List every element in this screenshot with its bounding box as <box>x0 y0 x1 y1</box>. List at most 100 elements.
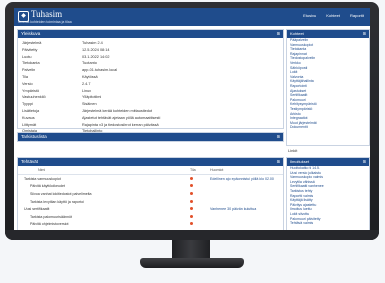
expand-icon[interactable]: ⊞ <box>363 158 366 166</box>
overview-panel: Yleiskuva ⊞ Järjestelmä Tuhasim 2.4 Päivit… <box>17 29 284 140</box>
task-note <box>209 228 283 230</box>
tasks-header: Tehtävät ⊞ <box>18 158 283 166</box>
targets-list: Pääpalvelin Varmuuskopiot Tietokanta Rajapi… <box>287 38 369 130</box>
task-note <box>209 183 283 191</box>
sidebar-link[interactable]: Dokumentit <box>290 125 369 130</box>
task-note: Vanhenee 30 päivän kuluttua <box>210 207 257 212</box>
monitor-chin <box>5 230 379 240</box>
overview-row: Vastuuhenkilö Ylläpitotiimi <box>18 94 283 101</box>
field-label: Ympäristö <box>22 88 40 93</box>
field-value: Rajapinta v3 ja tiedostosiirrot kerran p… <box>82 122 159 127</box>
sidebar-link[interactable]: Tehtävä valmis <box>290 221 369 226</box>
notifications-header: Ilmoitukset ⊞ <box>287 158 369 166</box>
column-header-status[interactable]: Tila <box>189 166 209 175</box>
field-label: Versio <box>22 81 33 86</box>
notifications-title: Ilmoitukset <box>290 159 310 164</box>
field-value: Käytössä <box>82 74 98 79</box>
task-name[interactable]: Päivitä käyttöoikeudet <box>18 183 189 191</box>
table-row[interactable]: Tarkista levytilan käyttö ja raportoi <box>18 198 283 206</box>
overview-row: Palvelin app-01.tuhasim.local <box>18 67 283 74</box>
field-label: Palvelin <box>22 68 36 73</box>
task-note <box>209 221 283 229</box>
field-label: Tietokanta <box>22 61 40 66</box>
task-status <box>189 221 209 229</box>
checklist-panel[interactable]: Tarkistuslista ⊞ <box>17 132 284 142</box>
task-status <box>189 175 209 183</box>
table-header-row: Nimi Tila Huomiot <box>18 166 283 175</box>
overview-row: Ympäristö Linux <box>18 88 283 95</box>
status-dot-icon <box>190 176 193 180</box>
tasks-table: Nimi Tila Huomiot Tarkista varmuuskopiot… <box>18 166 283 230</box>
task-name[interactable]: Siivoa vanhat lokitiedostot palvelimelta <box>18 190 189 198</box>
nav-item[interactable]: Etusivu <box>303 13 316 18</box>
task-name[interactable]: Tarkista ajastettujen tehtävien tulokset… <box>18 228 189 231</box>
field-label: Järjestelmä <box>22 41 42 45</box>
checklist-title: Tarkistuslista <box>21 134 47 139</box>
nav-item[interactable]: Kohteet <box>326 13 340 18</box>
field-label: Päivitetty <box>22 47 38 52</box>
field-value: Sisäinen <box>82 102 97 107</box>
monitor-stand-neck <box>172 240 210 260</box>
overview-header: Yleiskuva ⊞ <box>18 30 283 38</box>
field-value: Tuotanto <box>82 61 97 66</box>
column-header-name[interactable]: Nimi <box>18 166 189 175</box>
nav-item[interactable]: Raportit <box>350 13 364 18</box>
task-name[interactable]: Tarkista palomuurisäännöt <box>18 213 189 221</box>
overview-row: Tietokanta Tuotanto <box>18 60 283 67</box>
links-label: Linkit <box>288 148 298 153</box>
top-nav: Etusivu Kohteet Raportit <box>303 13 364 18</box>
status-dot-icon <box>190 199 193 203</box>
field-value: 2.4.7 <box>82 81 91 86</box>
overview-row: Kuvaus Ajastetut tehtävät ajetaan yöllä a… <box>18 115 283 122</box>
status-dot-icon <box>190 191 193 195</box>
table-row[interactable]: Tarkista ajastettujen tehtävien tulokset… <box>18 228 283 230</box>
task-status <box>189 198 209 206</box>
notifications-list: Huoltokatko ti 14.5. Uusi versio julkaist… <box>287 166 369 226</box>
status-dot-icon <box>190 214 193 218</box>
targets-box: Kohteet ⊞ Pääpalvelin Varmuuskopiot Tietok… <box>286 29 370 146</box>
targets-header: Kohteet ⊞ <box>287 30 369 38</box>
table-row[interactable]: Siivoa vanhat lokitiedostot palvelimelta <box>18 190 283 198</box>
app-tagline: Seuraa kohteiden toimintaa ja tilaa <box>18 20 72 24</box>
task-status <box>189 190 209 198</box>
tasks-panel: Tehtävät ⊞ Nimi Tila Huomiot Tarkista va… <box>17 157 284 230</box>
task-note: Edellinen ajo epäonnistui yöllä klo 02.0… <box>210 176 274 181</box>
tasks-title: Tehtävät <box>21 159 39 164</box>
field-label: Liittymät <box>22 122 37 127</box>
table-row[interactable]: Tarkista palomuurisäännöt <box>18 213 283 221</box>
field-label: Lisätietoja <box>22 108 40 113</box>
overview-row: Tyyppi Sisäinen <box>18 101 283 108</box>
task-name[interactable]: Uusi sertifikaatit <box>18 205 189 213</box>
screen: ◆ Tuhasim Seuraa kohteiden toimintaa ja … <box>14 8 370 230</box>
monitor: ◆ Tuhasim Seuraa kohteiden toimintaa ja … <box>0 0 385 283</box>
expand-icon[interactable]: ⊞ <box>277 158 280 166</box>
table-row[interactable]: Päivitä ohjelmistoversiot <box>18 221 283 229</box>
overview-row: Tila Käytössä <box>18 74 283 81</box>
field-label: Vastuuhenkilö <box>22 95 46 100</box>
overview-row: Liittymät Rajapinta v3 ja tiedostosiirrot… <box>18 122 283 129</box>
field-label: Luotu <box>22 54 32 59</box>
expand-icon[interactable]: ⊞ <box>363 30 366 38</box>
expand-icon[interactable]: ⊞ <box>277 133 280 141</box>
task-status <box>189 213 209 221</box>
task-note <box>209 213 283 221</box>
checklist-header[interactable]: Tarkistuslista ⊞ <box>18 133 283 141</box>
app-brand[interactable]: Tuhasim <box>31 9 62 19</box>
field-value: Linux <box>82 88 92 93</box>
table-row[interactable]: Päivitä käyttöoikeudet <box>18 183 283 191</box>
expand-icon[interactable]: ⊞ <box>277 30 280 38</box>
table-row[interactable]: Tarkista varmuuskopiot Edellinen ajo epäo… <box>18 175 283 183</box>
column-header-notes[interactable]: Huomiot <box>209 166 283 175</box>
field-label: Tyyppi <box>22 102 33 107</box>
overview-fields: Järjestelmä Tuhasim 2.4 Päivitetty 12.5.202… <box>18 40 283 142</box>
task-name[interactable]: Päivitä ohjelmistoversiot <box>18 221 189 229</box>
monitor-stand-base <box>140 258 244 268</box>
main-content: Yleiskuva ⊞ Järjestelmä Tuhasim 2.4 Päivit… <box>17 29 284 230</box>
field-value: Järjestelmä kerää kohteiden mittaustiedo… <box>82 108 153 113</box>
task-name[interactable]: Tarkista levytilan käyttö ja raportoi <box>18 198 189 206</box>
table-row[interactable]: Uusi sertifikaatit Vanhenee 30 päivän kul… <box>18 205 283 213</box>
field-label: Kuvaus <box>22 115 35 120</box>
task-name[interactable]: Tarkista varmuuskopiot <box>18 175 189 183</box>
overview-row: Järjestelmä Tuhasim 2.4 <box>18 40 283 47</box>
status-dot-icon <box>190 184 193 188</box>
